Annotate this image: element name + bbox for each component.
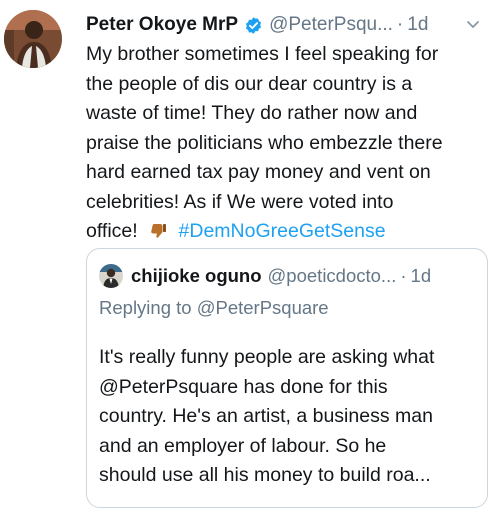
quoted-line: country. He's an artist, a business man: [99, 405, 433, 427]
tweet-line: the people of dis our dear country is a: [86, 72, 413, 95]
tweet-line-last: office! #DemNoGreeGetSense: [86, 217, 486, 247]
quoted-line: and an employer of labour. So he: [99, 434, 387, 457]
tweet-line: hard earned tax pay money and vent on: [86, 161, 431, 183]
tweet-line-text: office!: [86, 220, 138, 242]
verified-badge-icon: [246, 16, 262, 34]
tweet[interactable]: Peter Okoye MrP @PeterPsqu... · 1d My br…: [0, 0, 489, 508]
quoted-timestamp: 1d: [410, 265, 432, 286]
author-name[interactable]: Peter Okoye MrP: [86, 14, 238, 36]
quoted-author-handle: @poeticdocto...: [267, 265, 397, 286]
quoted-author-name: chijioke oguno: [131, 265, 262, 286]
hashtag-link[interactable]: #DemNoGreeGetSense: [179, 220, 386, 242]
quoted-line: It's really funny people are asking what: [99, 346, 435, 368]
tweet-header: Peter Okoye MrP @PeterPsqu... · 1d: [86, 10, 483, 40]
chevron-down-icon[interactable]: [465, 16, 481, 32]
quoted-tweet-text: It's really funny people are asking what…: [99, 343, 484, 491]
quoted-tweet[interactable]: chijioke oguno @poeticdocto... · 1d Repl…: [86, 248, 488, 508]
separator-dot: ·: [396, 14, 404, 35]
tweet-line: My brother sometimes I feel speaking for: [86, 43, 439, 65]
tweet-text: My brother sometimes I feel speaking for…: [86, 40, 486, 247]
separator-dot: ·: [400, 265, 407, 286]
author-handle[interactable]: @PeterPsqu...: [269, 14, 393, 36]
quoted-author-avatar: [99, 264, 123, 288]
thumbs-down-emoji-icon: [151, 224, 167, 238]
tweet-line: waste of time! They do rather now and: [86, 102, 418, 124]
quoted-line: @PeterPsquare has done for this: [99, 375, 388, 398]
author-avatar[interactable]: [4, 10, 62, 68]
quoted-line: should use all his money to build roa...: [99, 464, 431, 486]
replying-to-label: Replying to @PeterPsquare: [99, 297, 329, 318]
tweet-line: praise the politicians who embezzle ther…: [86, 131, 443, 154]
quoted-tweet-header: chijioke oguno @poeticdocto... · 1d: [99, 263, 477, 289]
timestamp[interactable]: 1d: [407, 14, 428, 36]
tweet-line: celebrities! As if We were voted into: [86, 190, 394, 213]
